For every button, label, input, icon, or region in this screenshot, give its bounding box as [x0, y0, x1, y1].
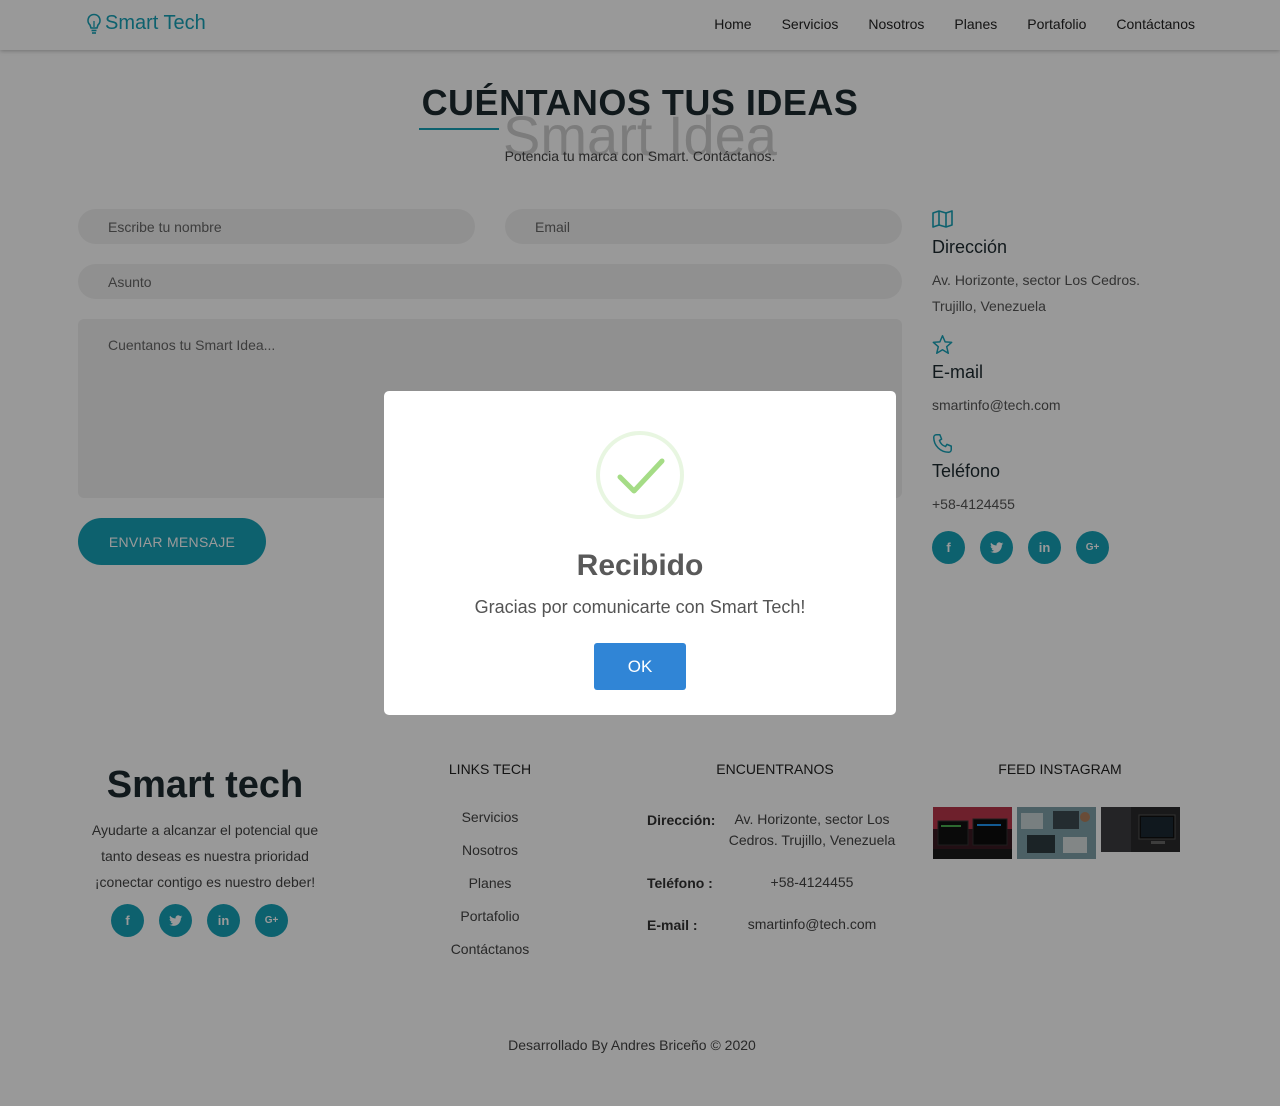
ok-button[interactable]: OK	[594, 643, 686, 690]
success-modal: Recibido Gracias por comunicarte con Sma…	[384, 391, 896, 715]
modal-text: Gracias por comunicarte con Smart Tech!	[474, 597, 806, 617]
success-check-icon	[596, 431, 684, 519]
modal-title: Recibido	[576, 549, 704, 582]
